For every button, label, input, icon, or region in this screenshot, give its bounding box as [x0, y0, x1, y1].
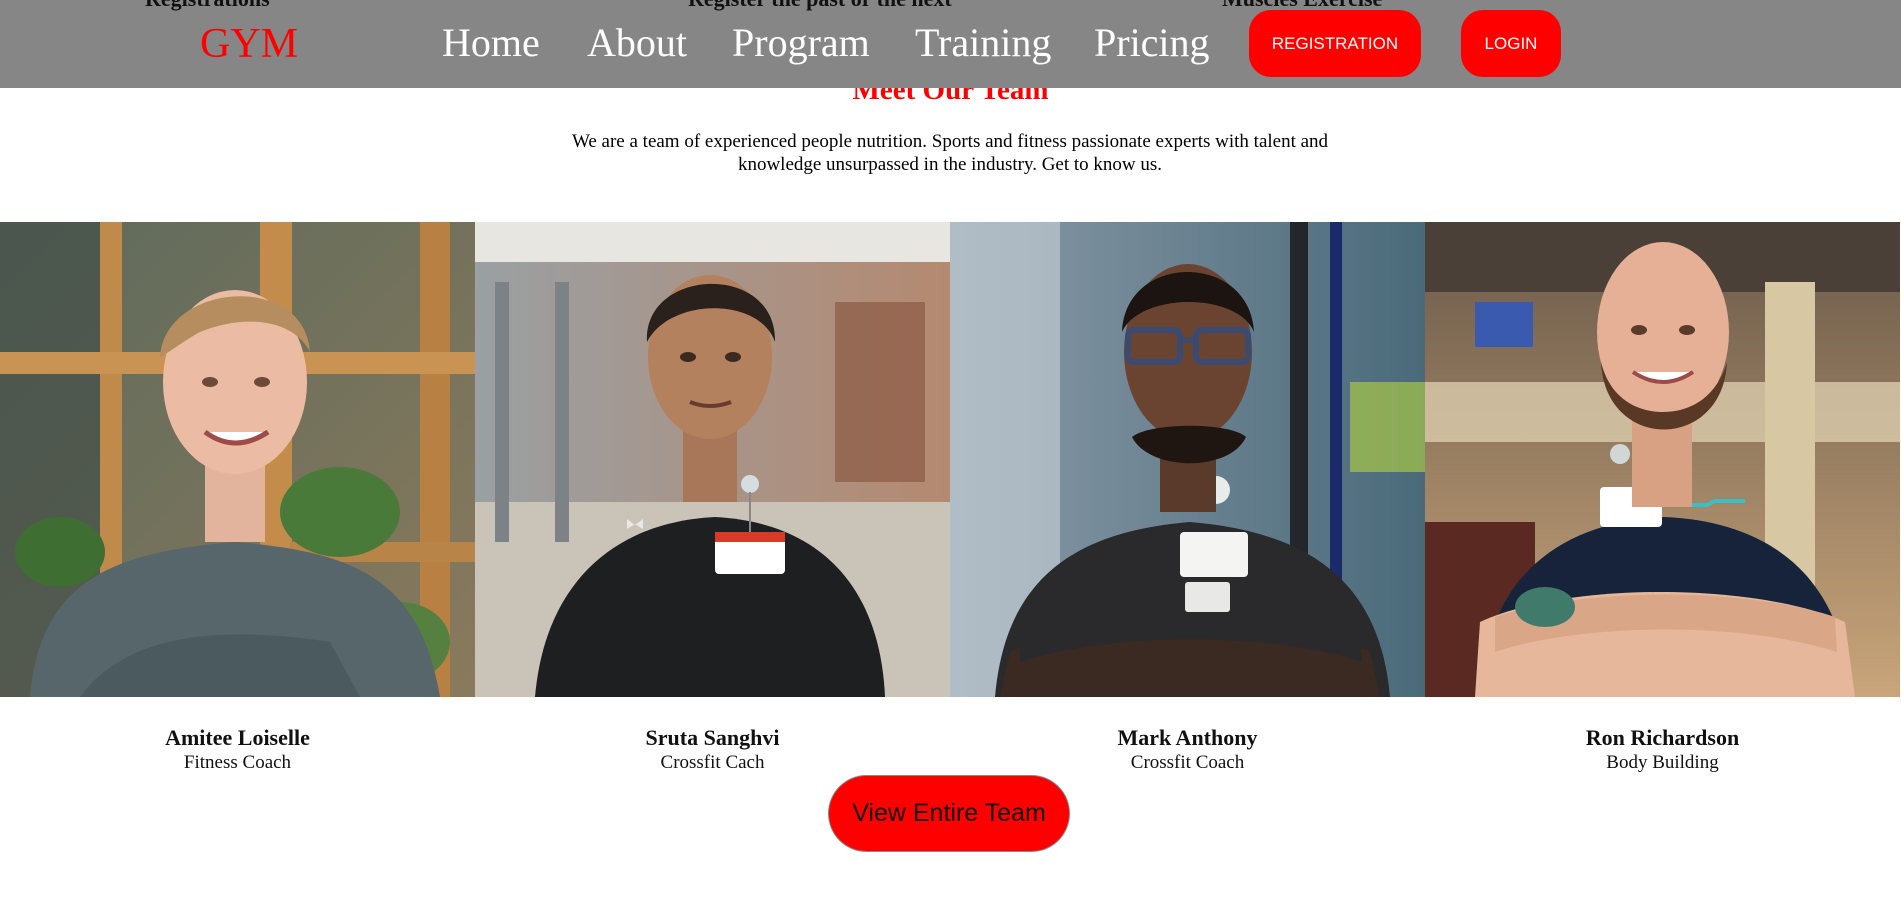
member-name: Ron Richardson: [1585, 725, 1740, 750]
nav-link-pricing[interactable]: Pricing: [1094, 19, 1210, 67]
member-name: Mark Anthony: [1117, 725, 1258, 750]
member-role: Crossfit Coach: [1130, 752, 1245, 773]
top-navigation-bar: Registrations Register the past or the n…: [0, 0, 1901, 88]
site-logo[interactable]: GYM: [200, 20, 298, 68]
login-button[interactable]: LOGIN: [1461, 10, 1561, 77]
team-member-photo: [0, 222, 475, 697]
team-captions: Amitee Loiselle Fitness Coach Sruta Sang…: [0, 726, 1901, 776]
nav-link-training[interactable]: Training: [915, 19, 1051, 67]
team-photo-row: [0, 222, 1901, 697]
team-member-card: Mark Anthony Crossfit Coach: [950, 726, 1425, 776]
view-entire-team-button[interactable]: View Entire Team: [829, 776, 1069, 851]
team-member-photo: [475, 222, 950, 697]
team-member-photo: [1425, 222, 1900, 697]
member-role: Crossfit Cach: [660, 752, 765, 773]
team-intro-text: We are a team of experienced people nutr…: [571, 131, 1329, 175]
nav-link-home[interactable]: Home: [442, 19, 540, 67]
nav-link-program[interactable]: Program: [732, 19, 870, 67]
obscured-heading: Registrations: [145, 0, 270, 12]
member-name: Sruta Sanghvi: [645, 725, 780, 750]
team-member-card: Ron Richardson Body Building: [1425, 726, 1900, 776]
nav-link-about[interactable]: About: [587, 19, 687, 67]
registration-button[interactable]: REGISTRATION: [1249, 10, 1421, 77]
team-member-card: Sruta Sanghvi Crossfit Cach: [475, 726, 950, 776]
member-role: Body Building: [1606, 752, 1719, 773]
obscured-heading: Register the past or the next: [688, 0, 952, 12]
team-member-photo: [950, 222, 1425, 697]
member-name: Amitee Loiselle: [165, 725, 310, 750]
member-role: Fitness Coach: [183, 752, 292, 773]
team-member-card: Amitee Loiselle Fitness Coach: [0, 726, 475, 776]
